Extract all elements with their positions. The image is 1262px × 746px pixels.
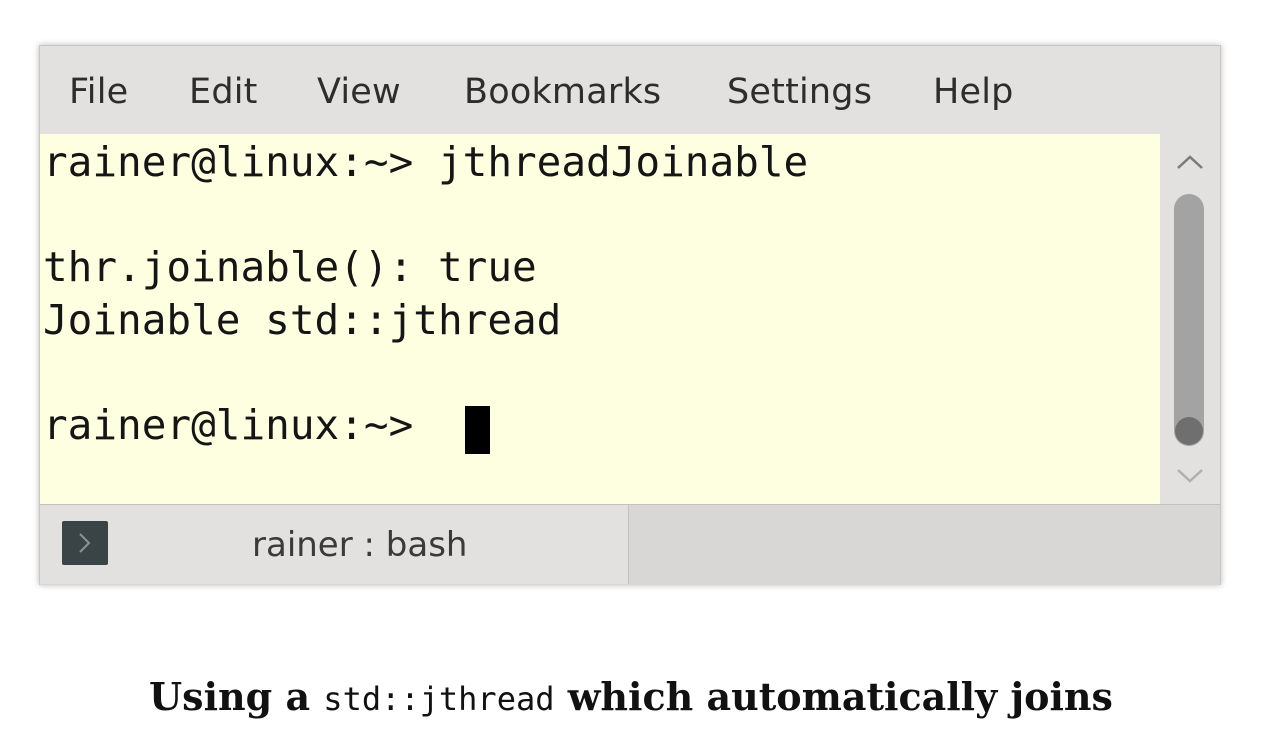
scrollbar-track[interactable] — [1174, 194, 1204, 446]
terminal-prompt-icon — [62, 521, 108, 565]
terminal-line: Joinable std::jthread — [43, 296, 562, 344]
terminal-line: thr.joinable(): true — [43, 243, 537, 291]
chevron-down-icon[interactable] — [1160, 462, 1220, 492]
caption-text-end: which automatically joins — [554, 674, 1113, 719]
caption-code: std::jthread — [323, 680, 555, 718]
terminal-output[interactable]: rainer@linux:~> jthreadJoinable thr.join… — [40, 134, 1160, 504]
caption-text-start: Using a — [149, 674, 324, 719]
session-tab[interactable]: rainer : bash — [40, 505, 629, 584]
terminal-prompt-line: rainer@linux:~> — [43, 401, 438, 449]
session-tab-label: rainer : bash — [252, 525, 468, 565]
text-cursor — [465, 406, 490, 454]
terminal-line: rainer@linux:~> jthreadJoinable — [43, 138, 809, 186]
chevron-up-icon[interactable] — [1160, 146, 1220, 176]
menu-bookmarks[interactable]: Bookmarks — [464, 72, 661, 112]
menu-bar: File Edit View Bookmarks Settings Help — [40, 46, 1220, 134]
menu-view[interactable]: View — [317, 72, 401, 112]
menu-settings[interactable]: Settings — [727, 72, 872, 112]
menu-file[interactable]: File — [69, 72, 128, 112]
menu-help[interactable]: Help — [933, 72, 1014, 112]
session-tab-bar: rainer : bash — [40, 504, 1220, 585]
scrollbar-handle[interactable] — [1175, 417, 1203, 445]
menu-edit[interactable]: Edit — [189, 72, 258, 112]
figure-caption: Using a std::jthread which automatically… — [0, 670, 1262, 724]
vertical-scrollbar[interactable] — [1160, 134, 1220, 504]
terminal-window: File Edit View Bookmarks Settings Help r… — [39, 45, 1221, 585]
